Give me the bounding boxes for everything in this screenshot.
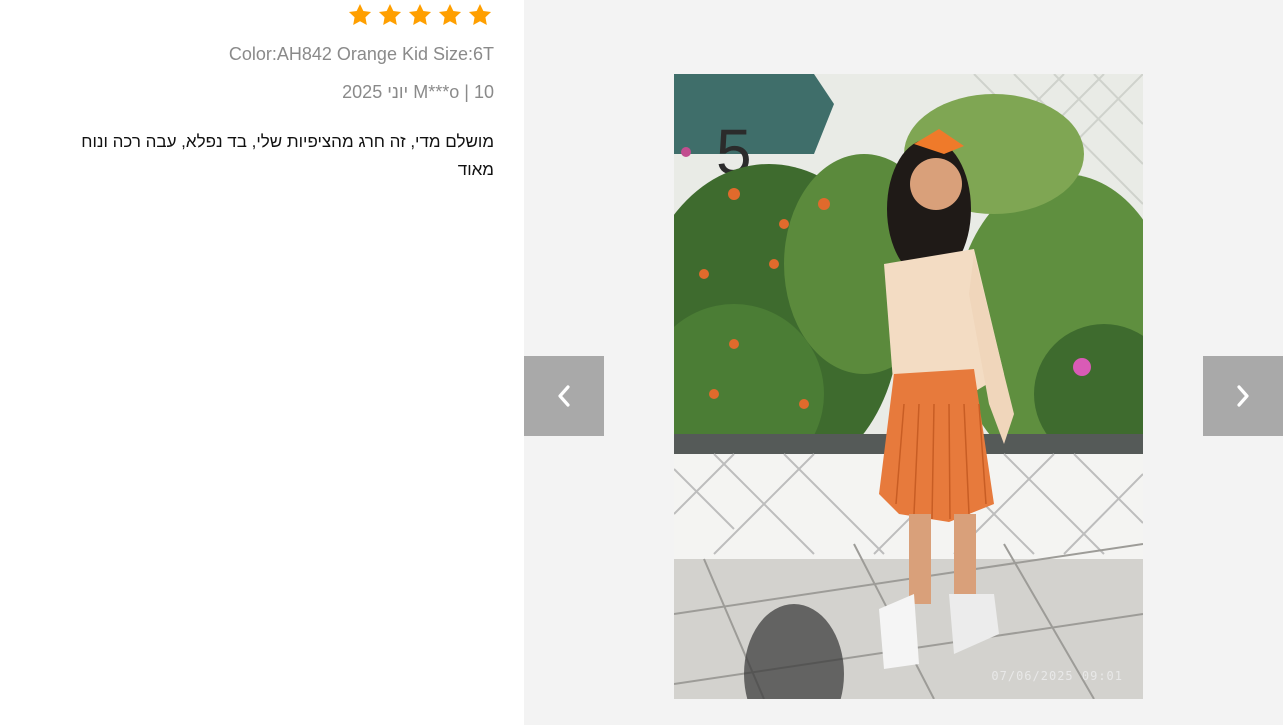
star-icon xyxy=(408,3,432,25)
star-icon xyxy=(378,3,402,25)
review-panel: Color:AH842 Orange Kid Size:6T 10 | M***… xyxy=(0,0,524,725)
star-icon xyxy=(438,3,462,25)
rating-stars xyxy=(347,2,493,28)
chevron-left-icon xyxy=(558,385,570,407)
photo-timestamp: 07/06/2025 09:01 xyxy=(991,669,1123,683)
previous-photo-button[interactable] xyxy=(524,356,604,436)
star-icon xyxy=(468,3,492,25)
review-page: Color:AH842 Orange Kid Size:6T 10 | M***… xyxy=(0,0,1283,725)
review-meta: 10 | M***o יוני 2025 xyxy=(342,82,494,102)
star-icon xyxy=(348,3,372,25)
photo-gallery: 5 07/06/2025 09:01 xyxy=(524,0,1283,725)
next-photo-button[interactable] xyxy=(1203,356,1283,436)
product-variant: Color:AH842 Orange Kid Size:6T xyxy=(228,44,494,64)
review-photo[interactable]: 5 07/06/2025 09:01 xyxy=(674,74,1143,699)
review-text: מושלם מדי, זה חרג מהציפיות שלי, בד נפלא,… xyxy=(81,132,494,179)
chevron-right-icon xyxy=(1237,385,1249,407)
review-photo-illustration: 5 xyxy=(674,74,1143,699)
